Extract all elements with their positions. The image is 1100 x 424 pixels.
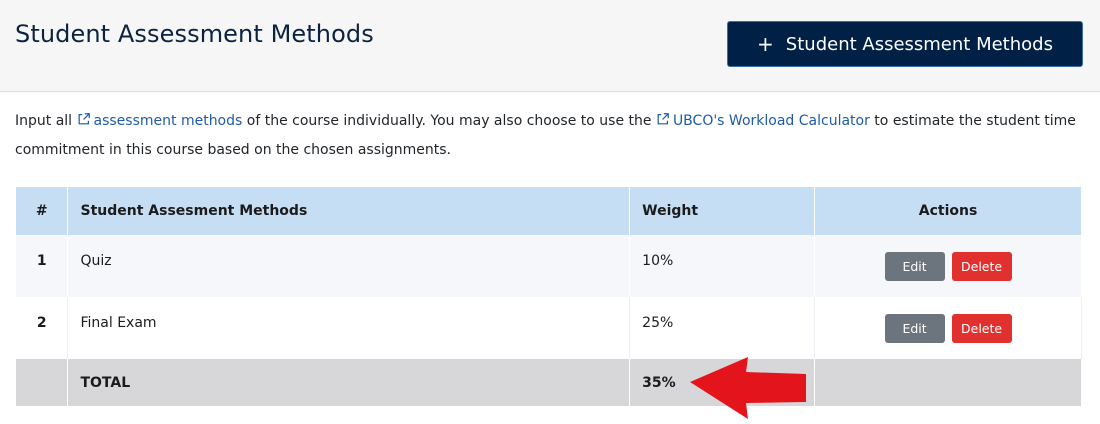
external-link-icon <box>78 113 90 125</box>
table-row: 2 Final Exam 25% Edit Delete <box>16 297 1082 359</box>
header-number: # <box>16 187 69 235</box>
row-number: 1 <box>16 235 69 297</box>
table-header-row: # Student Assesment Methods Weight Actio… <box>16 187 1082 235</box>
external-link-icon <box>657 113 669 125</box>
total-empty-cell <box>16 359 69 406</box>
workload-calculator-link[interactable]: UBCO's Workload Calculator <box>656 113 870 129</box>
header-weight: Weight <box>629 187 816 235</box>
assessment-methods-table: # Student Assesment Methods Weight Actio… <box>16 187 1082 406</box>
row-weight: 25% <box>629 297 816 359</box>
edit-button[interactable]: Edit <box>884 314 945 343</box>
assessment-methods-link-text: assessment methods <box>93 113 243 129</box>
row-method: Final Exam <box>67 297 631 359</box>
red-arrow-icon <box>690 357 806 419</box>
row-number: 2 <box>16 297 69 359</box>
intro-text-part1: Input all <box>15 113 77 129</box>
total-row: TOTAL 35% <box>16 359 1082 406</box>
row-method: Quiz <box>67 235 631 297</box>
header-actions: Actions <box>814 187 1082 235</box>
edit-button[interactable]: Edit <box>884 252 945 281</box>
add-assessment-method-button[interactable]: + Student Assessment Methods <box>727 21 1083 67</box>
assessment-methods-link[interactable]: assessment methods <box>77 113 243 129</box>
workload-calculator-link-text: UBCO's Workload Calculator <box>672 113 870 129</box>
table-row: 1 Quiz 10% Edit Delete <box>16 235 1082 297</box>
page-header: Student Assessment Methods + Student Ass… <box>0 0 1100 92</box>
total-label: TOTAL <box>67 359 631 406</box>
plus-icon: + <box>757 32 774 56</box>
row-actions: Edit Delete <box>814 297 1082 359</box>
header-method: Student Assesment Methods <box>67 187 631 235</box>
add-button-label: Student Assessment Methods <box>785 33 1053 55</box>
row-actions: Edit Delete <box>814 235 1082 297</box>
page-title: Student Assessment Methods <box>15 20 374 48</box>
delete-button[interactable]: Delete <box>951 314 1012 343</box>
row-weight: 10% <box>629 235 816 297</box>
total-actions-cell <box>814 359 1082 406</box>
delete-button[interactable]: Delete <box>951 252 1012 281</box>
intro-text: Input all assessment methods of the cour… <box>15 107 1085 165</box>
intro-text-part2: of the course individually. You may also… <box>242 113 656 129</box>
